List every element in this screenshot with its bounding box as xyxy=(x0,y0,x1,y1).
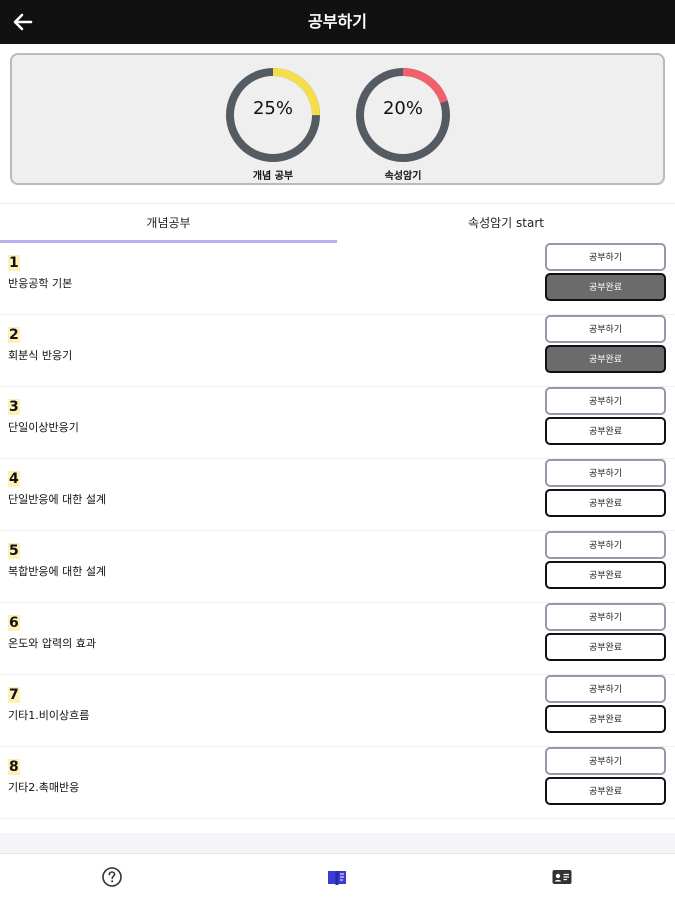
study-button[interactable]: 공부하기 xyxy=(545,675,666,703)
chapter-title: 단일반응에 대한 설계 xyxy=(8,493,107,506)
study-button[interactable]: 공부하기 xyxy=(545,243,666,271)
chapter-title: 반응공학 기본 xyxy=(8,277,73,290)
list-item: 5 복합반응에 대한 설계 공부하기 공부완료 xyxy=(0,531,675,603)
app-header: 공부하기 xyxy=(0,0,675,44)
chapter-number: 8 xyxy=(8,759,20,775)
study-button[interactable]: 공부하기 xyxy=(545,387,666,415)
list-item: 8 기타2.촉매반응 공부하기 공부완료 xyxy=(0,747,675,819)
concept-progress-gauge: 25% 개념 공부 xyxy=(223,65,323,182)
list-item: 7 기타1.비이상흐름 공부하기 공부완료 xyxy=(0,675,675,747)
tab-bar: 개념공부 속성암기 start xyxy=(0,203,675,243)
list-item: 2 회분식 반응기 공부하기 공부완료 xyxy=(0,315,675,387)
complete-button[interactable]: 공부완료 xyxy=(545,345,666,373)
chapter-title: 온도와 압력의 효과 xyxy=(8,637,96,650)
chapter-title: 기타1.비이상흐름 xyxy=(8,709,90,722)
chapter-list: 1 반응공학 기본 공부하기 공부완료 2 회분식 반응기 공부하기 공부완료 … xyxy=(0,243,675,819)
chapter-number: 3 xyxy=(8,399,20,415)
complete-button[interactable]: 공부완료 xyxy=(545,633,666,661)
progress-summary-panel: 25% 개념 공부 20% 속성암기 xyxy=(10,53,665,185)
chapter-title: 복합반응에 대한 설계 xyxy=(8,565,107,578)
chapter-title: 기타2.촉매반응 xyxy=(8,781,80,794)
list-item: 1 반응공학 기본 공부하기 공부완료 xyxy=(0,243,675,315)
bottom-navigation xyxy=(0,853,675,900)
study-button[interactable]: 공부하기 xyxy=(545,603,666,631)
study-button[interactable]: 공부하기 xyxy=(545,315,666,343)
chapter-title: 회분식 반응기 xyxy=(8,349,73,362)
complete-button[interactable]: 공부완료 xyxy=(545,777,666,805)
complete-button[interactable]: 공부완료 xyxy=(545,561,666,589)
chapter-title: 단일이상반응기 xyxy=(8,421,79,434)
concept-progress-label: 개념 공부 xyxy=(252,171,294,182)
list-footer-spacer xyxy=(0,833,675,853)
memorize-progress-percent: 20% xyxy=(382,98,423,119)
concept-progress-percent: 25% xyxy=(252,98,293,119)
study-button[interactable]: 공부하기 xyxy=(545,747,666,775)
complete-button[interactable]: 공부완료 xyxy=(545,273,666,301)
tab-quick-memorize[interactable]: 속성암기 start xyxy=(337,204,675,244)
chapter-number: 5 xyxy=(8,543,20,559)
memorize-progress-label: 속성암기 xyxy=(384,171,422,182)
chapter-number: 2 xyxy=(8,327,20,343)
complete-button[interactable]: 공부완료 xyxy=(545,417,666,445)
chapter-number: 4 xyxy=(8,471,20,487)
book-icon[interactable] xyxy=(326,866,350,888)
list-item: 4 단일반응에 대한 설계 공부하기 공부완료 xyxy=(0,459,675,531)
chapter-number: 6 xyxy=(8,615,20,631)
memorize-progress-gauge: 20% 속성암기 xyxy=(353,65,453,182)
help-circle-icon[interactable] xyxy=(101,866,125,888)
complete-button[interactable]: 공부완료 xyxy=(545,705,666,733)
id-card-icon[interactable] xyxy=(551,866,575,888)
list-item: 6 온도와 압력의 효과 공부하기 공부완료 xyxy=(0,603,675,675)
study-button[interactable]: 공부하기 xyxy=(545,531,666,559)
tab-concept-study[interactable]: 개념공부 xyxy=(0,204,337,244)
chapter-number: 1 xyxy=(8,255,20,271)
study-button[interactable]: 공부하기 xyxy=(545,459,666,487)
chapter-number: 7 xyxy=(8,687,20,703)
list-item: 3 단일이상반응기 공부하기 공부완료 xyxy=(0,387,675,459)
complete-button[interactable]: 공부완료 xyxy=(545,489,666,517)
page-title: 공부하기 xyxy=(308,12,367,31)
